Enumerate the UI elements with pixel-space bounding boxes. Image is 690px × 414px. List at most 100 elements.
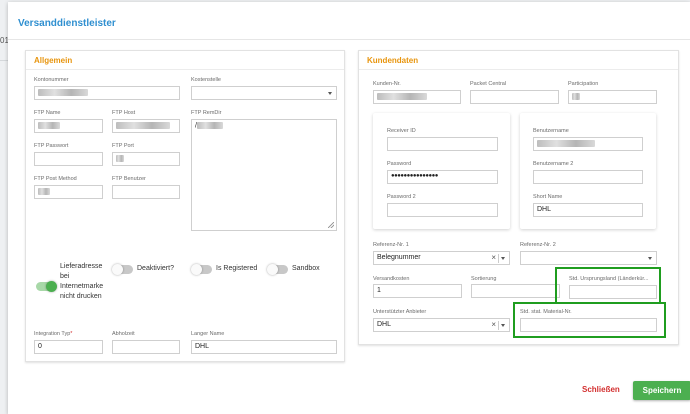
password-field[interactable]: ●●●●●●●●●●●●●●● [387, 170, 498, 184]
langer-name-field[interactable]: DHL [191, 340, 337, 354]
chevron-down-icon [501, 257, 505, 260]
lieferadresse-label-line: Lieferadresse [60, 263, 103, 270]
abholzeit-label: Abholzeit [112, 331, 135, 337]
referenz1-select[interactable]: Belegnummer × [373, 251, 510, 265]
ftp-remdir-textarea[interactable]: / [191, 119, 337, 231]
highlight-box-ursprungsland [555, 267, 661, 304]
referenz2-label: Referenz-Nr. 2 [520, 242, 556, 248]
ftp-host-field[interactable] [112, 119, 180, 133]
select-separator [498, 321, 499, 330]
referenz2-select[interactable] [520, 251, 657, 265]
benutzername-label: Benutzername [533, 128, 569, 134]
resize-handle-icon[interactable] [328, 222, 334, 228]
panel-divider [359, 69, 678, 70]
ftp-benutzer-field[interactable] [112, 185, 180, 199]
benutzername2-field[interactable] [533, 170, 643, 184]
is-registered-toggle[interactable] [191, 264, 212, 275]
receiver-id-label: Receiver ID [387, 128, 416, 134]
benutzername-field[interactable] [533, 137, 643, 151]
redacted-value [116, 155, 124, 162]
kunden-nr-field[interactable] [373, 90, 461, 104]
redacted-value [116, 122, 170, 129]
integration-typ-field[interactable]: 0 [34, 340, 103, 354]
participation-label: Participation [568, 81, 599, 87]
save-button[interactable]: Speichern [633, 381, 690, 400]
redacted-value [38, 89, 88, 96]
referenz1-value: Belegnummer [377, 254, 421, 261]
close-button[interactable]: Schließen [582, 385, 620, 394]
kontonummer-label: Kontonummer [34, 77, 69, 83]
sandbox-toggle[interactable] [267, 264, 288, 275]
highlight-box-material [513, 302, 666, 338]
short-name-field[interactable]: DHL [533, 203, 643, 217]
versandkosten-field[interactable]: 1 [373, 284, 462, 298]
kostenstelle-label: Kostenstelle [191, 77, 221, 83]
redacted-value [377, 93, 427, 100]
sortierung-field[interactable] [471, 284, 560, 298]
lieferadresse-label: Lieferadresse bei Internetmarke nicht dr… [60, 262, 103, 302]
ftp-passwort-label: FTP Passwort [34, 143, 69, 149]
chevron-down-icon [648, 257, 652, 260]
modal-title: Versanddienstleister [18, 18, 116, 29]
kontonummer-field[interactable] [34, 86, 180, 100]
integration-typ-value: 0 [38, 343, 42, 350]
redacted-value [572, 93, 580, 100]
referenz1-label: Referenz-Nr. 1 [373, 242, 409, 248]
toggle-knob [267, 264, 278, 275]
clear-icon[interactable]: × [491, 253, 496, 262]
abholzeit-field[interactable] [112, 340, 180, 354]
participation-field[interactable] [568, 90, 657, 104]
short-name-label: Short Name [533, 194, 563, 200]
redacted-value [196, 122, 223, 129]
langer-name-label: Langer Name [191, 331, 225, 337]
ftp-passwort-field[interactable] [34, 152, 103, 166]
versandkosten-label: Versandkosten [373, 276, 410, 282]
modal-dialog: Versanddienstleister Allgemein Kontonumm… [8, 2, 690, 414]
unterstuetzter-anbieter-select[interactable]: DHL × [373, 318, 510, 332]
lieferadresse-label-line: nicht drucken [60, 293, 102, 300]
integration-typ-label-text: Integration Typ [34, 331, 71, 337]
clear-icon[interactable]: × [491, 320, 496, 329]
ftp-benutzer-label: FTP Benutzer [112, 176, 146, 182]
redacted-value [38, 122, 60, 129]
lieferadresse-toggle[interactable] [36, 281, 57, 292]
short-name-value: DHL [537, 206, 552, 213]
deaktiviert-toggle[interactable] [112, 264, 133, 275]
modal-header-divider [8, 39, 690, 40]
deaktiviert-label: Deaktiviert? [137, 265, 174, 272]
allgemein-title: Allgemein [34, 56, 73, 65]
ftp-port-label: FTP Port [112, 143, 134, 149]
password-value: ●●●●●●●●●●●●●●● [391, 173, 438, 179]
unterstuetzter-anbieter-value: DHL [377, 321, 392, 328]
versandkosten-value: 1 [377, 287, 381, 294]
benutzername2-label: Benutzername 2 [533, 161, 574, 167]
password-label: Password [387, 161, 412, 167]
toggle-knob [112, 264, 123, 275]
kostenstelle-select[interactable] [191, 86, 337, 100]
packet-central-label: Packet Central [470, 81, 507, 87]
lieferadresse-label-line: bei [60, 273, 70, 280]
ftp-post-method-field[interactable] [34, 185, 103, 199]
langer-name-value: DHL [195, 343, 210, 350]
ftp-host-label: FTP Host [112, 110, 136, 116]
ftp-remdir-label: FTP RemDir [191, 110, 222, 116]
redacted-value [38, 188, 50, 195]
unterstuetzter-anbieter-label: Unterstützter Anbieter [373, 309, 427, 315]
ftp-name-label: FTP Name [34, 110, 61, 116]
ftp-port-field[interactable] [112, 152, 180, 166]
toggle-knob [191, 264, 202, 275]
kundendaten-title: Kundendaten [367, 56, 419, 65]
ftp-post-method-label: FTP Post Method [34, 176, 77, 182]
password2-label: Password 2 [387, 194, 416, 200]
redacted-value [537, 140, 595, 147]
chevron-down-icon [328, 92, 332, 95]
is-registered-label: Is Registered [216, 265, 258, 272]
required-mark: * [70, 331, 73, 337]
lieferadresse-label-line: Internetmarke [60, 283, 104, 290]
packet-central-field[interactable] [470, 90, 559, 104]
sortierung-label: Sortierung [471, 276, 497, 282]
kunden-nr-label: Kunden-Nr. [373, 81, 401, 87]
password2-field[interactable] [387, 203, 498, 217]
receiver-id-field[interactable] [387, 137, 498, 151]
ftp-name-field[interactable] [34, 119, 103, 133]
